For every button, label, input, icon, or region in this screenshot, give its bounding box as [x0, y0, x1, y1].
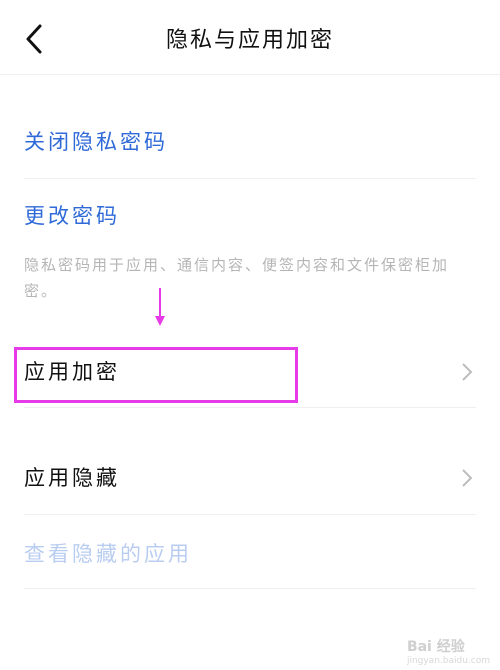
close-password-label: 关闭隐私密码 [24, 130, 168, 154]
privacy-password-description: 隐私密码用于应用、通信内容、便签内容和文件保密柜加密。 [24, 256, 450, 300]
chevron-right-icon [462, 469, 473, 487]
close-password-item[interactable]: 关闭隐私密码 [24, 126, 476, 156]
watermark-url: jingyan.baidu.com [406, 656, 490, 666]
divider [24, 178, 476, 179]
app-hide-label: 应用隐藏 [24, 466, 120, 490]
app-hide-item[interactable]: 应用隐藏 [24, 462, 476, 492]
change-password-label: 更改密码 [24, 204, 120, 228]
divider [24, 407, 476, 408]
view-hidden-apps-label: 查看隐藏的应用 [24, 542, 192, 566]
change-password-item[interactable]: 更改密码 [24, 200, 476, 230]
watermark-logo: Bai 经验 jingyan.baidu.com [407, 636, 490, 666]
header-bar: 隐私与应用加密 [0, 0, 500, 75]
page-title: 隐私与应用加密 [165, 28, 334, 53]
chevron-right-icon [462, 363, 473, 381]
divider [24, 588, 476, 589]
highlight-box [14, 347, 298, 403]
view-hidden-apps-item[interactable]: 查看隐藏的应用 [24, 538, 476, 568]
divider [24, 514, 476, 515]
annotation-arrow-icon [155, 288, 165, 326]
watermark-brand: Bai 经验 [406, 639, 465, 655]
